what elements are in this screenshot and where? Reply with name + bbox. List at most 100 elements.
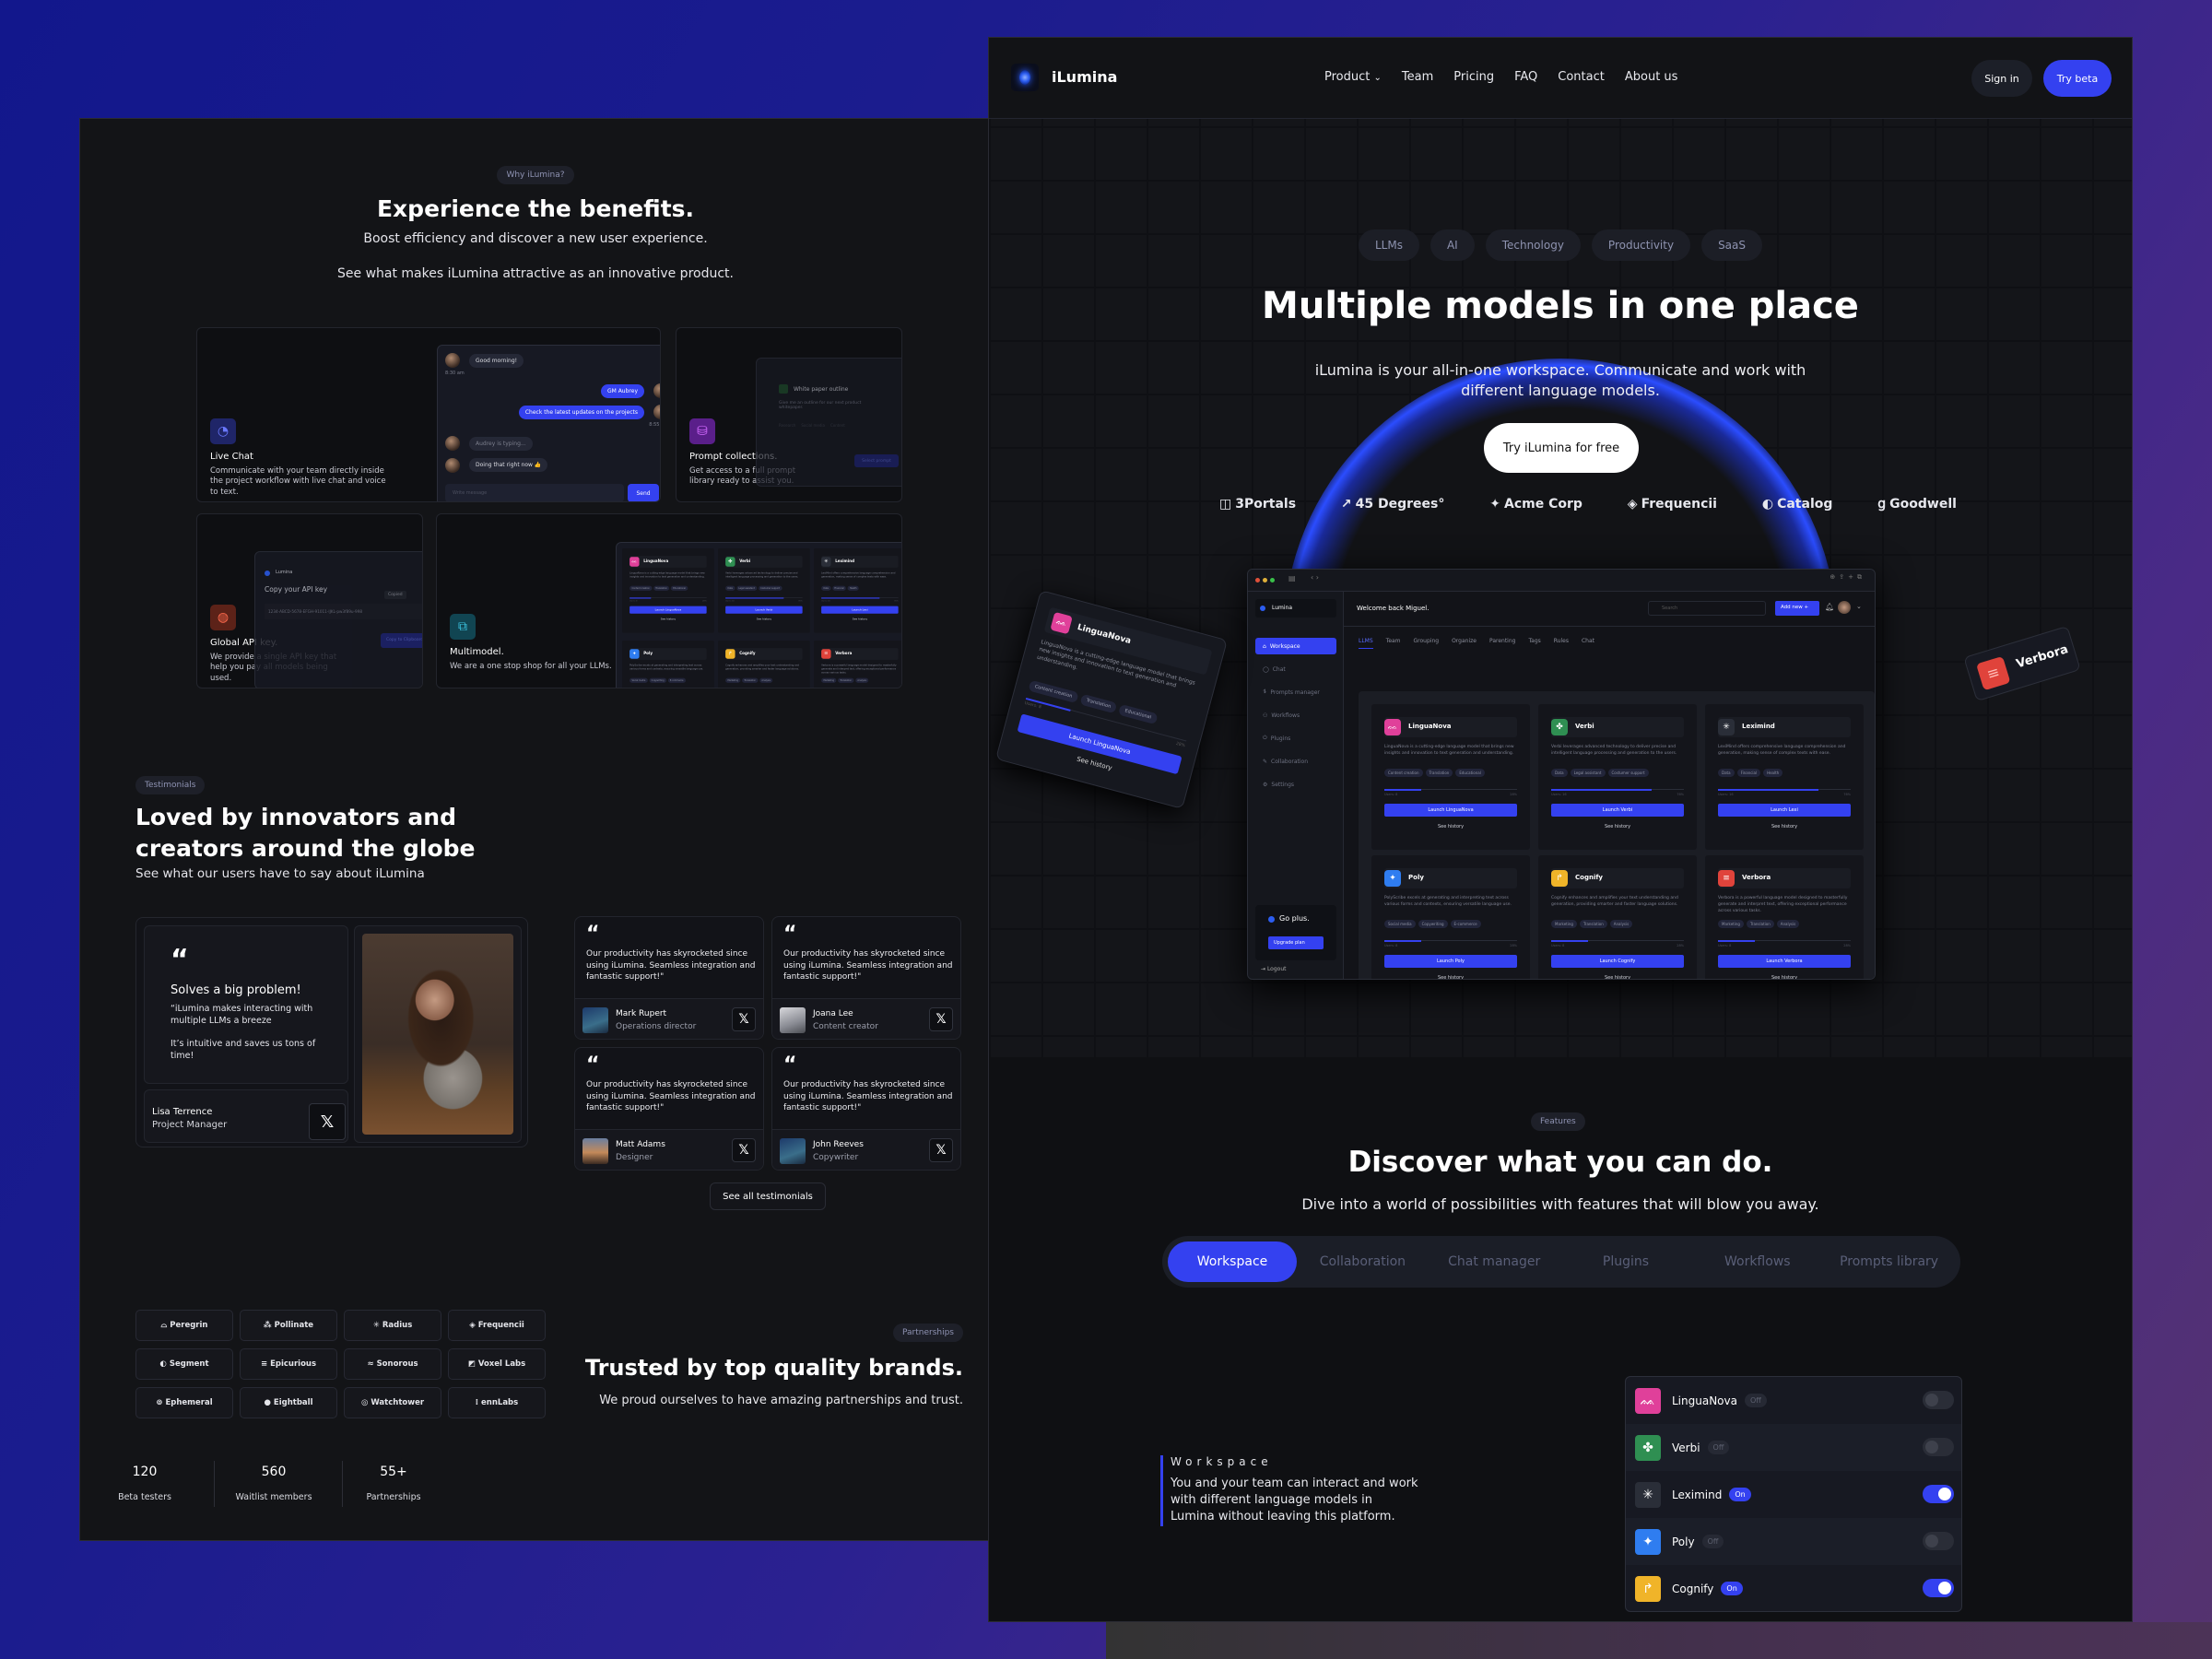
add-new-button[interactable]: Add new + — [1775, 601, 1819, 616]
x-social-icon[interactable]: 𝕏 — [309, 1103, 346, 1140]
see-history-link[interactable]: See history — [814, 618, 901, 620]
author-role: Content creator — [813, 1022, 878, 1031]
app-tab[interactable]: Organize — [1452, 638, 1477, 649]
sidebar-toggle-icon: ▤ — [1288, 574, 1296, 582]
x-social-icon[interactable]: 𝕏 — [732, 1007, 756, 1031]
client-logo-icon: ↗ — [1340, 497, 1352, 512]
prompt-tag: Research — [779, 423, 796, 428]
feature-tab-workflows[interactable]: Workflows — [1691, 1241, 1823, 1282]
launch-model-button[interactable]: Launch Lexi — [1718, 804, 1851, 817]
try-free-button[interactable]: Try iLumina for free — [1484, 423, 1639, 473]
tag-chip[interactable]: SaaS — [1701, 229, 1763, 261]
ilumina-logo-icon[interactable] — [1011, 64, 1039, 91]
logout-link[interactable]: ⇥ Logout — [1261, 966, 1286, 972]
x-social-icon[interactable]: 𝕏 — [929, 1007, 953, 1031]
sign-in-button[interactable]: Sign in — [1971, 60, 2032, 97]
select-prompt-button[interactable]: Select prompt — [854, 454, 899, 467]
see-history-link[interactable]: See history — [1538, 975, 1697, 979]
launch-model-button[interactable]: Launch LinguaNova — [1384, 804, 1517, 817]
feature-tab-prompts-library[interactable]: Prompts library — [1823, 1241, 1955, 1282]
app-tab[interactable]: Parenting — [1489, 638, 1516, 649]
app-tab[interactable]: Grouping — [1414, 638, 1440, 649]
tag-chip[interactable]: Productivity — [1591, 229, 1691, 261]
toggle-switch[interactable] — [1923, 1391, 1954, 1409]
sidebar-item-plugins[interactable]: ⏻ Plugins — [1255, 730, 1336, 747]
x-social-icon[interactable]: 𝕏 — [732, 1138, 756, 1162]
bell-icon[interactable]: 🔔︎ — [1825, 603, 1834, 611]
features-pill: Features — [1531, 1112, 1585, 1131]
brand-name[interactable]: iLumina — [1052, 68, 1117, 86]
launch-model-button[interactable]: Launch Verbi — [1551, 804, 1684, 817]
sidebar-item-workflows[interactable]: ⚇ Workflows — [1255, 707, 1336, 724]
hero-title: Multiple models in one place — [1262, 285, 1859, 327]
tag-chip[interactable]: AI — [1430, 229, 1475, 261]
user-avatar[interactable] — [1838, 601, 1851, 614]
sidebar-item-prompts-manager[interactable]: ⥮ Prompts manager — [1255, 684, 1336, 700]
model-cards-grid: ᨐ LinguaNova LinguaNova is a cutting-edge … — [1359, 691, 1875, 979]
see-history-link[interactable]: See history — [1705, 824, 1864, 830]
model-logo-icon: ✦ — [629, 649, 640, 659]
message-input[interactable]: Write message — [445, 484, 624, 501]
copied-tooltip: Copied — [384, 591, 406, 599]
app-tab[interactable]: Chat — [1582, 638, 1594, 649]
app-tab[interactable]: LLMS — [1359, 638, 1373, 649]
toggle-switch[interactable] — [1923, 1579, 1954, 1597]
model-chip: Translation — [742, 677, 759, 683]
see-history-link[interactable]: See history — [622, 618, 714, 620]
toggle-switch[interactable] — [1923, 1532, 1954, 1550]
floating-verbora-badge: ≡ Verbora — [1963, 625, 2081, 702]
see-history-link[interactable]: See history — [1705, 975, 1864, 979]
chevron-down-icon[interactable]: ⌄ — [1856, 603, 1862, 610]
workspace-switcher[interactable]: Lumina — [1255, 599, 1336, 618]
launch-model-button[interactable]: Launch Cognify — [1551, 955, 1684, 968]
model-name: Verbi — [739, 559, 751, 564]
feature-tab-plugins[interactable]: Plugins — [1560, 1241, 1692, 1282]
launch-model-button[interactable]: Launch Lexi — [821, 606, 899, 614]
author-name: Matt Adams — [616, 1140, 665, 1149]
sidebar-item-settings[interactable]: ⚙ Settings — [1255, 776, 1336, 793]
app-tab[interactable]: Team — [1386, 638, 1401, 649]
lumina-logo-icon — [265, 571, 270, 576]
launch-model-button[interactable]: Launch Verbora — [1718, 955, 1851, 968]
woman-with-tablet-image — [362, 934, 513, 1135]
feature-tab-chat-manager[interactable]: Chat manager — [1429, 1241, 1560, 1282]
sidebar-item-workspace[interactable]: ⌂ Workspace — [1255, 638, 1336, 654]
app-tab[interactable]: Tags — [1528, 638, 1540, 649]
launch-model-button[interactable]: Launch Poly — [1384, 955, 1517, 968]
x-social-icon[interactable]: 𝕏 — [929, 1138, 953, 1162]
tag-chip[interactable]: Technology — [1485, 229, 1581, 261]
model-chip: Legal assistant — [736, 585, 758, 591]
try-beta-button[interactable]: Try beta — [2043, 60, 2112, 97]
nav-team[interactable]: Team — [1402, 70, 1433, 84]
app-tab[interactable]: Rules — [1554, 638, 1569, 649]
quote-icon: “ — [586, 1053, 600, 1077]
client-logo: ◫ 3Portals — [1219, 497, 1296, 512]
nav-product[interactable]: Product ⌄ — [1324, 70, 1382, 84]
toggle-switch[interactable] — [1923, 1485, 1954, 1503]
api-key-field[interactable]: 1234-ABCD-5678-EFGH-91011-IJKL-pw3f89u-9… — [265, 604, 422, 619]
tag-chip[interactable]: LLMs — [1358, 229, 1419, 261]
toggle-switch[interactable] — [1923, 1438, 1954, 1456]
see-history-link[interactable]: See history — [718, 618, 810, 620]
see-history-link[interactable]: See history — [1371, 975, 1530, 979]
see-all-testimonials-button[interactable]: See all testimonials — [710, 1182, 826, 1210]
upgrade-plan-button[interactable]: Upgrade plan — [1268, 936, 1324, 949]
copy-clipboard-button[interactable]: Copy to Clipboard — [381, 633, 422, 648]
send-button[interactable]: Send — [628, 484, 659, 501]
search-input[interactable]: Search — [1648, 601, 1766, 616]
sidebar-item-chat[interactable]: ◯ Chat — [1255, 661, 1336, 677]
feature-tab-workspace[interactable]: Workspace — [1168, 1241, 1297, 1282]
close-dot — [1255, 578, 1260, 582]
see-history-link[interactable]: See history — [1371, 824, 1530, 830]
nav-faq[interactable]: FAQ — [1514, 70, 1537, 84]
nav-pricing[interactable]: Pricing — [1453, 70, 1494, 84]
feature-tab-collaboration[interactable]: Collaboration — [1297, 1241, 1429, 1282]
sidebar-item-collaboration[interactable]: ✎ Collaboration — [1255, 753, 1336, 770]
chat-message: GM Aubrey — [600, 384, 644, 398]
see-history-link[interactable]: See history — [1538, 824, 1697, 830]
brand-name: Peregrin — [170, 1321, 208, 1330]
nav-contact[interactable]: Contact — [1558, 70, 1605, 84]
nav-about[interactable]: About us — [1625, 70, 1678, 84]
launch-model-button[interactable]: Launch LinguaNova — [629, 606, 707, 614]
launch-model-button[interactable]: Launch Verbi — [725, 606, 803, 614]
